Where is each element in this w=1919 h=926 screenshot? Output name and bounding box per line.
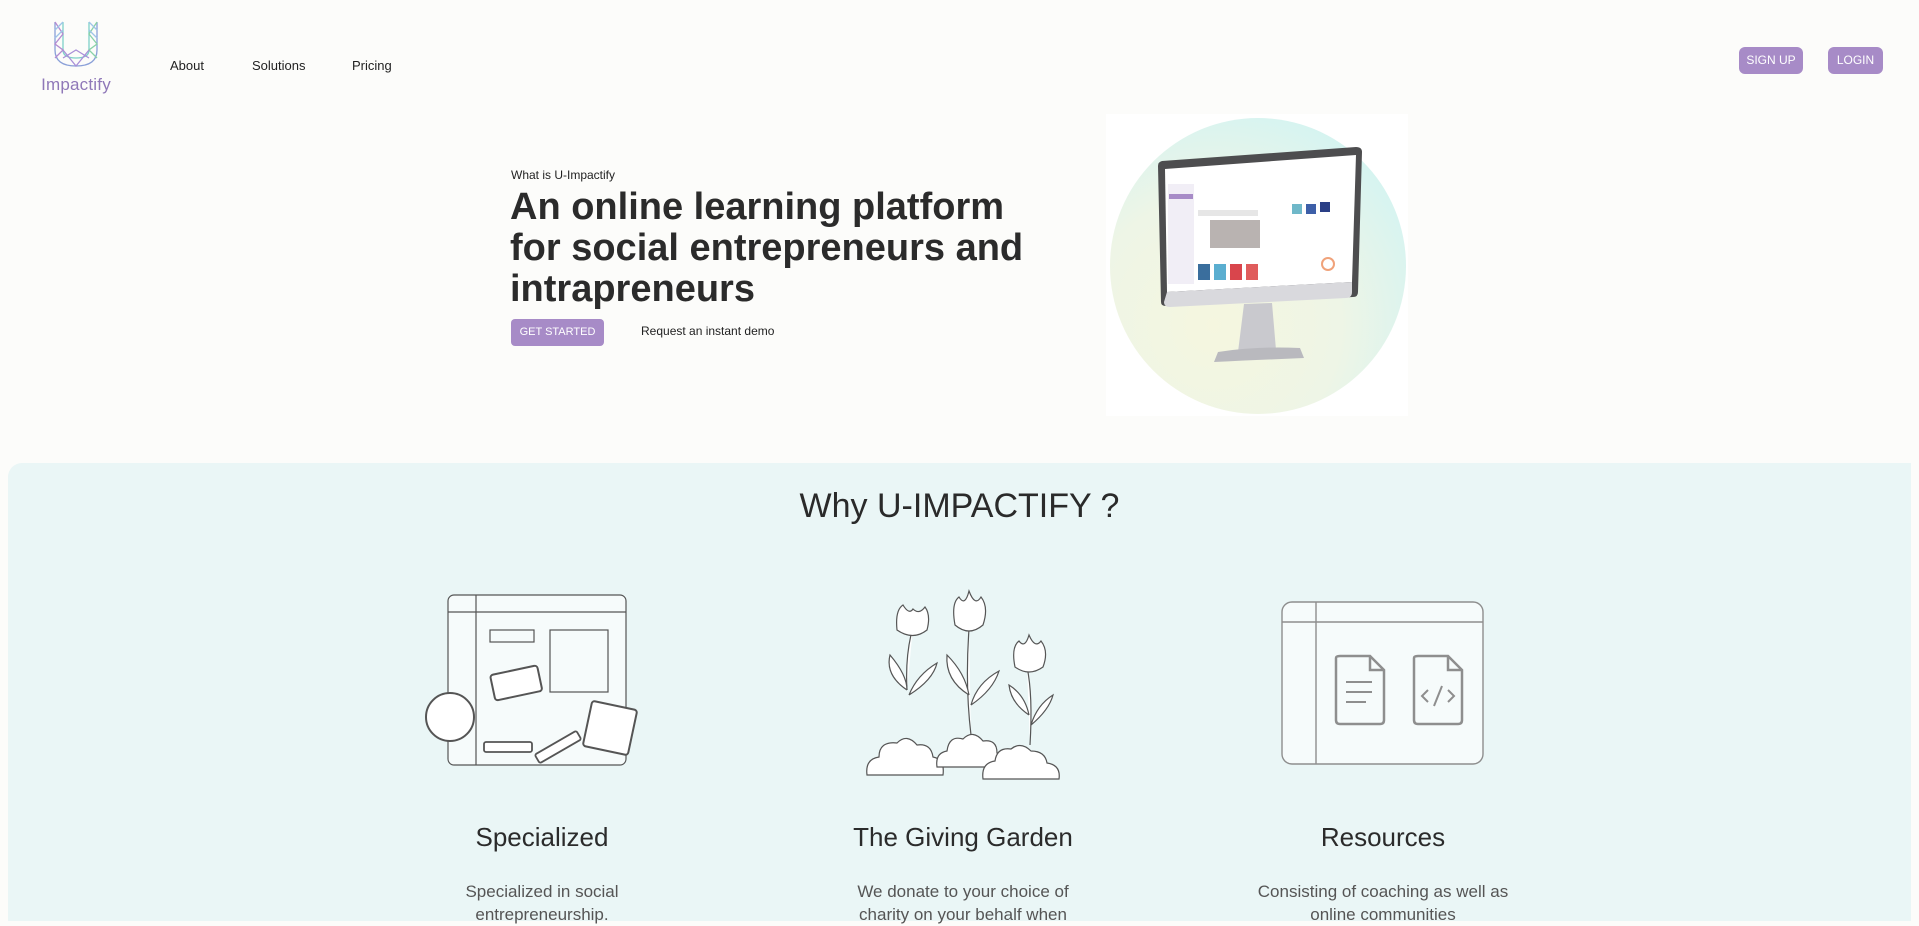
feature-title-giving-garden: The Giving Garden — [853, 822, 1073, 852]
nav-item-pricing[interactable]: Pricing — [352, 58, 392, 73]
hero-title: An online learning platform for social e… — [510, 186, 1024, 310]
logo[interactable]: Impactify — [38, 20, 114, 100]
nav-item-about[interactable]: About — [170, 58, 204, 73]
feature-text-resources: Consisting of coaching as well as online… — [1257, 882, 1509, 924]
request-demo-link[interactable]: Request an instant demo — [641, 324, 774, 338]
feature-title-specialized: Specialized — [475, 822, 609, 852]
feature-text-giving-garden: We donate to your choice of charity on y… — [857, 882, 1069, 924]
sign-up-button[interactable]: SIGN UP — [1739, 47, 1803, 74]
nav-item-solutions[interactable]: Solutions — [252, 58, 305, 73]
tulips-garden-icon — [866, 588, 1060, 780]
hero-illustration — [1106, 114, 1408, 416]
hero-kicker: What is U-Impactify — [511, 168, 616, 182]
why-title: Why U-IMPACTIFY ? — [799, 487, 1120, 525]
workspace-illustration-icon — [425, 594, 638, 766]
site-header: Impactify About Solutions Pricing SIGN U… — [0, 0, 1919, 110]
resources-files-icon — [1281, 601, 1484, 765]
imac-dashboard-icon — [1158, 147, 1362, 362]
login-button[interactable]: LOGIN — [1828, 47, 1883, 74]
feature-text-specialized: Specialized in social entrepreneurship. — [465, 882, 619, 924]
feature-title-resources: Resources — [1320, 822, 1446, 852]
logo-mark-icon — [54, 21, 98, 68]
logo-text: Impactify — [41, 75, 111, 94]
get-started-button[interactable]: GET STARTED — [511, 319, 604, 346]
